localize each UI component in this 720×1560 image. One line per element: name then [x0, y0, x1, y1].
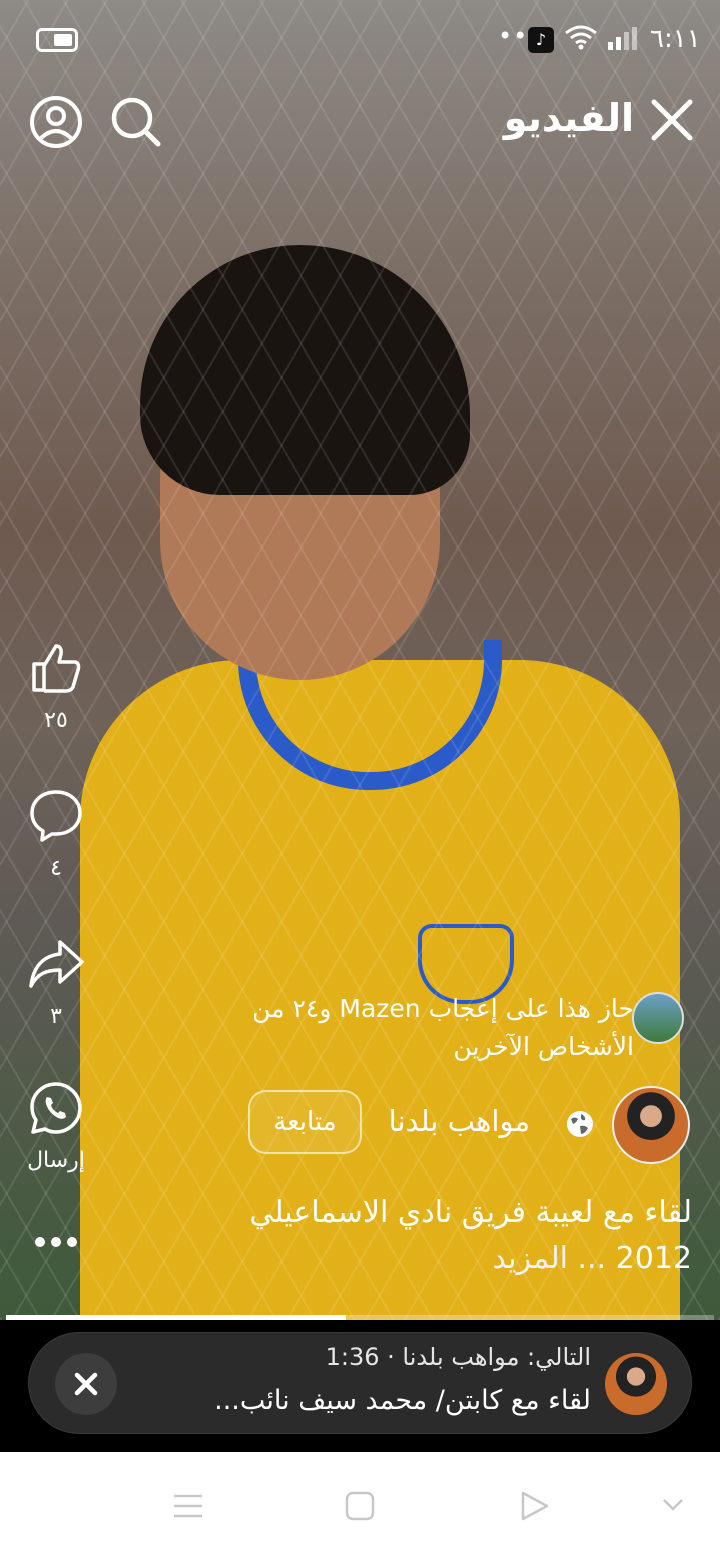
recent-apps-icon[interactable]	[172, 1492, 204, 1520]
top-bar: الفيديو	[0, 92, 720, 156]
page-title: الفيديو	[503, 96, 634, 140]
share-count: ٣	[50, 1004, 62, 1029]
send-whatsapp-button[interactable]: إرسال	[16, 1080, 96, 1173]
next-video-title: لقاء مع كابتن/ محمد سيف نائب...	[214, 1385, 591, 1416]
whatsapp-icon	[30, 1082, 82, 1134]
comment-count: ٤	[50, 856, 62, 881]
dismiss-next-button[interactable]	[55, 1353, 117, 1415]
video-caption[interactable]: لقاء مع لعيبة فريق نادي الاسماعيلي 2012 …	[172, 1190, 692, 1282]
like-button[interactable]: ٢٥	[24, 640, 88, 733]
like-count: ٢٥	[44, 708, 68, 733]
page-avatar[interactable]	[612, 1086, 690, 1164]
next-video-area: التالي: مواهب بلدنا · 1:36 لقاء مع كابتن…	[0, 1320, 720, 1452]
wifi-icon	[565, 25, 597, 50]
home-icon[interactable]	[344, 1490, 376, 1522]
comment-button[interactable]: ٤	[24, 788, 88, 881]
chevron-down-icon[interactable]	[662, 1498, 684, 1512]
video-frame-face	[160, 360, 440, 680]
caption-text: لقاء مع لعيبة فريق نادي الاسماعيلي 2012	[249, 1195, 692, 1276]
globe-icon	[567, 1111, 593, 1137]
profile-icon[interactable]	[28, 94, 84, 150]
more-options-icon[interactable]	[32, 1232, 80, 1252]
likes-summary[interactable]: حاز هذا على إعجاب Mazen و٢٤ من الأشخاص ا…	[184, 990, 634, 1066]
close-icon	[74, 1372, 98, 1396]
share-button[interactable]: ٣	[24, 936, 88, 1029]
system-nav-bar	[0, 1452, 720, 1560]
liker-avatar[interactable]	[632, 992, 684, 1044]
video-frame-hair	[140, 245, 470, 495]
share-icon	[29, 940, 84, 988]
status-bar: ••• ♪ ٦:١١	[0, 0, 720, 80]
comment-icon	[30, 790, 82, 842]
battery-icon	[36, 28, 78, 52]
tiktok-notification-icon: ♪	[528, 27, 554, 53]
see-more-link[interactable]: ... المزيد	[492, 1241, 606, 1276]
back-icon[interactable]	[518, 1490, 550, 1522]
close-icon[interactable]	[648, 96, 696, 144]
status-time: ٦:١١	[650, 24, 701, 54]
page-name[interactable]: مواهب بلدنا	[389, 1104, 530, 1138]
signal-icon	[608, 27, 637, 50]
next-video-card[interactable]: التالي: مواهب بلدنا · 1:36 لقاء مع كابتن…	[28, 1332, 692, 1434]
follow-button[interactable]: متابعة	[248, 1090, 362, 1154]
search-icon[interactable]	[108, 94, 164, 150]
video-frame-collar	[238, 640, 502, 790]
send-label: إرسال	[27, 1148, 85, 1173]
thumbs-up-icon	[32, 644, 81, 693]
next-video-meta: التالي: مواهب بلدنا · 1:36	[325, 1343, 591, 1371]
next-video-thumbnail	[605, 1353, 667, 1415]
